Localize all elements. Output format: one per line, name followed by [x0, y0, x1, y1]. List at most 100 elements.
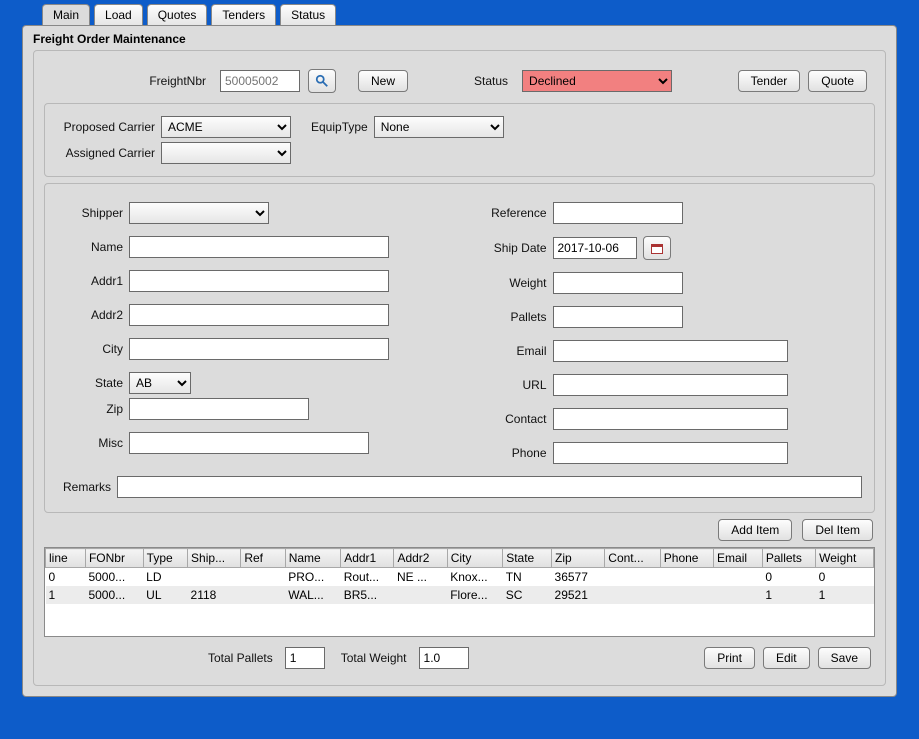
table-cell: 36577 — [552, 568, 605, 587]
shipper-label: Shipper — [55, 206, 129, 220]
date-picker-button[interactable] — [643, 236, 671, 260]
url-label: URL — [467, 378, 553, 392]
table-cell: BR5... — [341, 586, 394, 604]
tab-quotes[interactable]: Quotes — [147, 4, 208, 25]
contact-label: Contact — [467, 412, 553, 426]
table-cell — [394, 586, 447, 604]
shipdate-label: Ship Date — [467, 241, 553, 255]
table-cell: 1 — [46, 586, 86, 604]
tab-load[interactable]: Load — [94, 4, 143, 25]
state-label: State — [55, 376, 129, 390]
tab-main[interactable]: Main — [42, 4, 90, 25]
grid-header[interactable]: Ref — [241, 549, 285, 568]
new-button[interactable]: New — [358, 70, 408, 92]
table-cell: 0 — [762, 568, 815, 587]
table-cell: 29521 — [552, 586, 605, 604]
table-cell: 5000... — [85, 568, 143, 587]
table-cell — [241, 586, 285, 604]
table-cell: 0 — [46, 568, 86, 587]
addr1-label: Addr1 — [55, 274, 129, 288]
reference-label: Reference — [467, 206, 553, 220]
shipper-select[interactable] — [129, 202, 269, 224]
zip-label: Zip — [55, 402, 129, 416]
weight-input[interactable] — [553, 272, 683, 294]
table-cell: 2118 — [188, 586, 241, 604]
shipper-group: Shipper Name Addr1 Addr2 City StateAB Zi… — [44, 183, 875, 513]
grid-header[interactable]: Cont... — [605, 549, 660, 568]
table-row[interactable]: 05000...LDPRO...Rout...NE ...Knox...TN36… — [46, 568, 874, 587]
search-icon — [315, 74, 329, 88]
name-input[interactable] — [129, 236, 389, 258]
misc-label: Misc — [55, 436, 129, 450]
grid-header[interactable]: FONbr — [85, 549, 143, 568]
state-select[interactable]: AB — [129, 372, 191, 394]
remarks-input[interactable] — [117, 476, 862, 498]
grid-header[interactable]: Zip — [552, 549, 605, 568]
table-cell: 1 — [762, 586, 815, 604]
status-select[interactable]: Declined — [522, 70, 672, 92]
misc-input[interactable] — [129, 432, 369, 454]
weight-label: Weight — [467, 276, 553, 290]
table-cell: SC — [503, 586, 552, 604]
city-input[interactable] — [129, 338, 389, 360]
status-label: Status — [474, 74, 514, 88]
freight-input[interactable] — [220, 70, 300, 92]
table-row[interactable]: 15000...UL2118WAL...BR5...Flore...SC2952… — [46, 586, 874, 604]
table-cell — [605, 586, 660, 604]
tab-bar: Main Load Quotes Tenders Status — [42, 4, 897, 25]
proposed-carrier-select[interactable]: ACME — [161, 116, 291, 138]
edit-button[interactable]: Edit — [763, 647, 810, 669]
tender-button[interactable]: Tender — [738, 70, 801, 92]
grid-header[interactable]: Addr1 — [341, 549, 394, 568]
grid-header[interactable]: line — [46, 549, 86, 568]
grid-header[interactable]: Weight — [816, 549, 874, 568]
contact-input[interactable] — [553, 408, 788, 430]
tab-tenders[interactable]: Tenders — [211, 4, 276, 25]
freight-label: FreightNbr — [52, 74, 212, 88]
url-input[interactable] — [553, 374, 788, 396]
grid-header[interactable]: Name — [285, 549, 340, 568]
grid-header[interactable]: Phone — [660, 549, 713, 568]
equiptype-select[interactable]: None — [374, 116, 504, 138]
addr1-input[interactable] — [129, 270, 389, 292]
panel-title: Freight Order Maintenance — [33, 30, 886, 50]
shipdate-input[interactable] — [553, 237, 637, 259]
total-weight-input[interactable] — [419, 647, 469, 669]
search-button[interactable] — [308, 69, 336, 93]
zip-input[interactable] — [129, 398, 309, 420]
table-cell: 5000... — [85, 586, 143, 604]
grid-header[interactable]: City — [447, 549, 502, 568]
items-grid[interactable]: lineFONbrTypeShip...RefNameAddr1Addr2Cit… — [44, 547, 875, 637]
quote-button[interactable]: Quote — [808, 70, 867, 92]
table-cell: TN — [503, 568, 552, 587]
table-cell — [714, 568, 763, 587]
total-pallets-label: Total Pallets — [208, 651, 279, 665]
save-button[interactable]: Save — [818, 647, 871, 669]
email-input[interactable] — [553, 340, 788, 362]
phone-label: Phone — [467, 446, 553, 460]
city-label: City — [55, 342, 129, 356]
grid-header[interactable]: Type — [143, 549, 187, 568]
addr2-input[interactable] — [129, 304, 389, 326]
total-pallets-input[interactable] — [285, 647, 325, 669]
add-item-button[interactable]: Add Item — [718, 519, 792, 541]
grid-header[interactable]: Addr2 — [394, 549, 447, 568]
remarks-label: Remarks — [55, 480, 117, 494]
table-cell: UL — [143, 586, 187, 604]
tab-status[interactable]: Status — [280, 4, 336, 25]
email-label: Email — [467, 344, 553, 358]
grid-header[interactable]: Pallets — [762, 549, 815, 568]
reference-input[interactable] — [553, 202, 683, 224]
grid-header[interactable]: Email — [714, 549, 763, 568]
total-weight-label: Total Weight — [341, 651, 413, 665]
proposed-carrier-label: Proposed Carrier — [55, 120, 161, 134]
pallets-input[interactable] — [553, 306, 683, 328]
phone-input[interactable] — [553, 442, 788, 464]
del-item-button[interactable]: Del Item — [802, 519, 873, 541]
grid-header[interactable]: Ship... — [188, 549, 241, 568]
assigned-carrier-select[interactable] — [161, 142, 291, 164]
table-cell: 1 — [816, 586, 874, 604]
grid-header[interactable]: State — [503, 549, 552, 568]
print-button[interactable]: Print — [704, 647, 755, 669]
name-label: Name — [55, 240, 129, 254]
